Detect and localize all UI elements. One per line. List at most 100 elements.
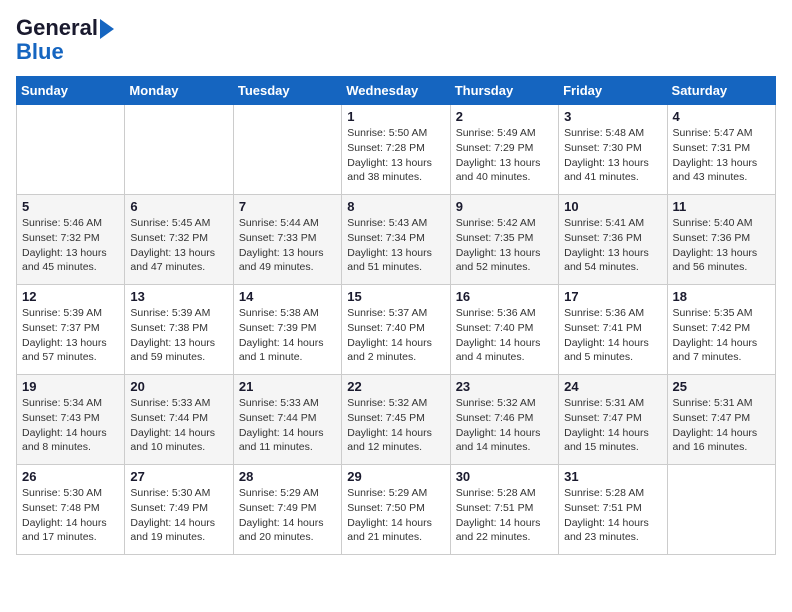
- day-info: Sunrise: 5:32 AM Sunset: 7:45 PM Dayligh…: [347, 396, 444, 455]
- day-info: Sunrise: 5:49 AM Sunset: 7:29 PM Dayligh…: [456, 126, 553, 185]
- weekday-header-monday: Monday: [125, 77, 233, 105]
- day-number: 1: [347, 109, 444, 124]
- day-number: 9: [456, 199, 553, 214]
- calendar-day-17: 17 Sunrise: 5:36 AM Sunset: 7:41 PM Dayli…: [559, 285, 667, 375]
- day-info: Sunrise: 5:47 AM Sunset: 7:31 PM Dayligh…: [673, 126, 770, 185]
- calendar-day-29: 29Sunrise: 5:29 AM Sunset: 7:50 PM Dayli…: [342, 465, 450, 555]
- day-info: Sunrise: 5:40 AM Sunset: 7:36 PM Dayligh…: [673, 216, 770, 275]
- calendar-day-18: 18 Sunrise: 5:35 AM Sunset: 7:42 PM Dayli…: [667, 285, 775, 375]
- logo-arrow-icon: [100, 19, 114, 39]
- weekday-header-sunday: Sunday: [17, 77, 125, 105]
- day-number: 24: [564, 379, 661, 394]
- calendar-day-28: 28 Sunrise: 5:29 AM Sunset: 7:49 PM Dayli…: [233, 465, 341, 555]
- calendar-week-row: 26 Sunrise: 5:30 AM Sunset: 7:48 PM Dayli…: [17, 465, 776, 555]
- calendar-day-7: 7 Sunrise: 5:44 AM Sunset: 7:33 PM Daylig…: [233, 195, 341, 285]
- calendar-day-20: 20 Sunrise: 5:33 AM Sunset: 7:44 PM Dayli…: [125, 375, 233, 465]
- day-number: 12: [22, 289, 119, 304]
- calendar-day-26: 26 Sunrise: 5:30 AM Sunset: 7:48 PM Dayli…: [17, 465, 125, 555]
- day-number: 19: [22, 379, 119, 394]
- day-info: Sunrise: 5:36 AM Sunset: 7:40 PM Dayligh…: [456, 306, 553, 365]
- day-number: 14: [239, 289, 336, 304]
- day-number: 4: [673, 109, 770, 124]
- day-number: 27: [130, 469, 227, 484]
- day-number: 26: [22, 469, 119, 484]
- calendar-day-21: 21 Sunrise: 5:33 AM Sunset: 7:44 PM Dayli…: [233, 375, 341, 465]
- calendar-day-5: 5Sunrise: 5:46 AM Sunset: 7:32 PM Daylig…: [17, 195, 125, 285]
- day-info: Sunrise: 5:30 AM Sunset: 7:49 PM Dayligh…: [130, 486, 227, 545]
- logo-text: General: [16, 16, 98, 40]
- calendar-day-15: 15Sunrise: 5:37 AM Sunset: 7:40 PM Dayli…: [342, 285, 450, 375]
- day-number: 17: [564, 289, 661, 304]
- calendar-header-row: SundayMondayTuesdayWednesdayThursdayFrid…: [17, 77, 776, 105]
- calendar-day-8: 8 Sunrise: 5:43 AM Sunset: 7:34 PM Daylig…: [342, 195, 450, 285]
- calendar-day-24: 24 Sunrise: 5:31 AM Sunset: 7:47 PM Dayli…: [559, 375, 667, 465]
- calendar-empty-cell: [233, 105, 341, 195]
- day-info: Sunrise: 5:28 AM Sunset: 7:51 PM Dayligh…: [564, 486, 661, 545]
- day-info: Sunrise: 5:33 AM Sunset: 7:44 PM Dayligh…: [239, 396, 336, 455]
- day-info: Sunrise: 5:41 AM Sunset: 7:36 PM Dayligh…: [564, 216, 661, 275]
- calendar-day-22: 22 Sunrise: 5:32 AM Sunset: 7:45 PM Dayli…: [342, 375, 450, 465]
- calendar-day-30: 30 Sunrise: 5:28 AM Sunset: 7:51 PM Dayli…: [450, 465, 558, 555]
- day-info: Sunrise: 5:33 AM Sunset: 7:44 PM Dayligh…: [130, 396, 227, 455]
- day-number: 16: [456, 289, 553, 304]
- weekday-header-wednesday: Wednesday: [342, 77, 450, 105]
- day-info: Sunrise: 5:28 AM Sunset: 7:51 PM Dayligh…: [456, 486, 553, 545]
- day-info: Sunrise: 5:37 AM Sunset: 7:40 PM Dayligh…: [347, 306, 444, 365]
- calendar-day-11: 11 Sunrise: 5:40 AM Sunset: 7:36 PM Dayli…: [667, 195, 775, 285]
- day-info: Sunrise: 5:39 AM Sunset: 7:38 PM Dayligh…: [130, 306, 227, 365]
- day-number: 22: [347, 379, 444, 394]
- day-number: 21: [239, 379, 336, 394]
- day-info: Sunrise: 5:38 AM Sunset: 7:39 PM Dayligh…: [239, 306, 336, 365]
- day-info: Sunrise: 5:45 AM Sunset: 7:32 PM Dayligh…: [130, 216, 227, 275]
- day-number: 5: [22, 199, 119, 214]
- calendar-empty-cell: [17, 105, 125, 195]
- calendar-empty-cell: [125, 105, 233, 195]
- day-info: Sunrise: 5:44 AM Sunset: 7:33 PM Dayligh…: [239, 216, 336, 275]
- day-number: 10: [564, 199, 661, 214]
- day-number: 7: [239, 199, 336, 214]
- day-number: 31: [564, 469, 661, 484]
- day-info: Sunrise: 5:31 AM Sunset: 7:47 PM Dayligh…: [564, 396, 661, 455]
- day-info: Sunrise: 5:31 AM Sunset: 7:47 PM Dayligh…: [673, 396, 770, 455]
- day-number: 2: [456, 109, 553, 124]
- day-number: 28: [239, 469, 336, 484]
- day-info: Sunrise: 5:34 AM Sunset: 7:43 PM Dayligh…: [22, 396, 119, 455]
- calendar-day-3: 3Sunrise: 5:48 AM Sunset: 7:30 PM Daylig…: [559, 105, 667, 195]
- day-info: Sunrise: 5:29 AM Sunset: 7:49 PM Dayligh…: [239, 486, 336, 545]
- day-number: 13: [130, 289, 227, 304]
- calendar-day-19: 19 Sunrise: 5:34 AM Sunset: 7:43 PM Dayli…: [17, 375, 125, 465]
- day-info: Sunrise: 5:35 AM Sunset: 7:42 PM Dayligh…: [673, 306, 770, 365]
- day-info: Sunrise: 5:30 AM Sunset: 7:48 PM Dayligh…: [22, 486, 119, 545]
- day-info: Sunrise: 5:36 AM Sunset: 7:41 PM Dayligh…: [564, 306, 661, 365]
- calendar-day-25: 25 Sunrise: 5:31 AM Sunset: 7:47 PM Dayli…: [667, 375, 775, 465]
- calendar-week-row: 19 Sunrise: 5:34 AM Sunset: 7:43 PM Dayli…: [17, 375, 776, 465]
- day-info: Sunrise: 5:43 AM Sunset: 7:34 PM Dayligh…: [347, 216, 444, 275]
- calendar-table: SundayMondayTuesdayWednesdayThursdayFrid…: [16, 76, 776, 555]
- logo: General Blue: [16, 16, 114, 64]
- day-number: 11: [673, 199, 770, 214]
- calendar-day-1: 1 Sunrise: 5:50 AM Sunset: 7:28 PM Daylig…: [342, 105, 450, 195]
- day-info: Sunrise: 5:48 AM Sunset: 7:30 PM Dayligh…: [564, 126, 661, 185]
- calendar-empty-cell: [667, 465, 775, 555]
- calendar-week-row: 12 Sunrise: 5:39 AM Sunset: 7:37 PM Dayli…: [17, 285, 776, 375]
- day-info: Sunrise: 5:32 AM Sunset: 7:46 PM Dayligh…: [456, 396, 553, 455]
- calendar-day-4: 4 Sunrise: 5:47 AM Sunset: 7:31 PM Daylig…: [667, 105, 775, 195]
- logo-blue-text: Blue: [16, 40, 64, 64]
- calendar-day-9: 9Sunrise: 5:42 AM Sunset: 7:35 PM Daylig…: [450, 195, 558, 285]
- day-number: 30: [456, 469, 553, 484]
- day-number: 25: [673, 379, 770, 394]
- weekday-header-friday: Friday: [559, 77, 667, 105]
- day-info: Sunrise: 5:50 AM Sunset: 7:28 PM Dayligh…: [347, 126, 444, 185]
- day-info: Sunrise: 5:39 AM Sunset: 7:37 PM Dayligh…: [22, 306, 119, 365]
- page-header: General Blue: [16, 16, 776, 64]
- day-number: 23: [456, 379, 553, 394]
- calendar-day-27: 27 Sunrise: 5:30 AM Sunset: 7:49 PM Dayli…: [125, 465, 233, 555]
- calendar-day-6: 6Sunrise: 5:45 AM Sunset: 7:32 PM Daylig…: [125, 195, 233, 285]
- day-number: 8: [347, 199, 444, 214]
- calendar-day-16: 16 Sunrise: 5:36 AM Sunset: 7:40 PM Dayli…: [450, 285, 558, 375]
- day-number: 20: [130, 379, 227, 394]
- day-number: 18: [673, 289, 770, 304]
- calendar-day-13: 13 Sunrise: 5:39 AM Sunset: 7:38 PM Dayli…: [125, 285, 233, 375]
- calendar-day-12: 12 Sunrise: 5:39 AM Sunset: 7:37 PM Dayli…: [17, 285, 125, 375]
- weekday-header-saturday: Saturday: [667, 77, 775, 105]
